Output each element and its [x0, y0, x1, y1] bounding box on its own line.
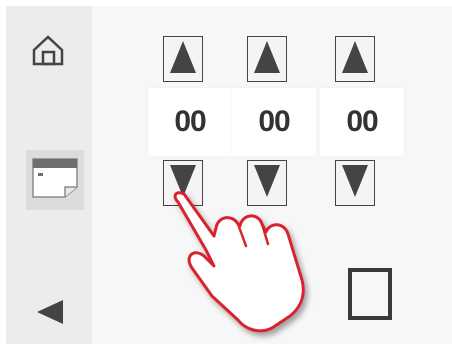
home-icon: [30, 32, 66, 73]
triangle-up-icon: [168, 39, 198, 80]
seconds-value[interactable]: 00: [320, 88, 404, 156]
seconds-up-button[interactable]: [335, 36, 375, 82]
minutes-spinner: 00: [232, 36, 316, 208]
triangle-down-icon: [252, 163, 282, 204]
minutes-up-button[interactable]: [247, 36, 287, 82]
back-triangle-icon: [35, 298, 65, 331]
triangle-up-icon: [252, 39, 282, 80]
calendar-icon: [31, 157, 79, 204]
triangle-down-icon: [340, 163, 370, 204]
calendar-button[interactable]: [26, 150, 84, 210]
minutes-down-button[interactable]: [247, 160, 287, 206]
seconds-down-button[interactable]: [335, 160, 375, 206]
hours-down-button[interactable]: [163, 160, 203, 206]
triangle-down-icon: [168, 163, 198, 204]
hours-value[interactable]: 00: [148, 88, 232, 156]
back-button[interactable]: [30, 296, 70, 332]
minutes-value[interactable]: 00: [232, 88, 316, 156]
hours-up-button[interactable]: [163, 36, 203, 82]
time-picker-panel: 00 00 00: [92, 6, 452, 344]
seconds-spinner: 00: [320, 36, 404, 208]
home-button[interactable]: [28, 32, 68, 72]
hours-spinner: 00: [148, 36, 232, 208]
sidebar: [6, 6, 92, 344]
app-frame: 00 00 00: [0, 0, 452, 344]
partially-hidden-button[interactable]: [348, 268, 392, 320]
triangle-up-icon: [340, 39, 370, 80]
